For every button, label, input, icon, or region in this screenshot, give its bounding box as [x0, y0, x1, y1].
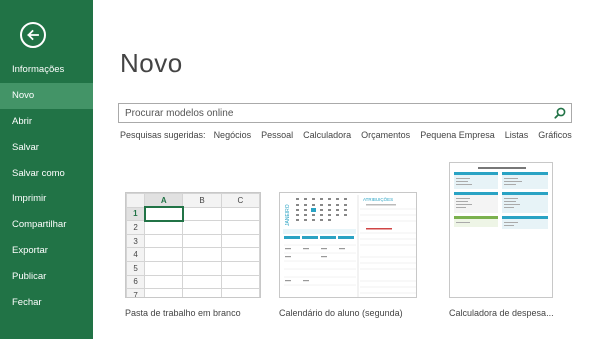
template-thumbnail: [449, 162, 553, 298]
row-header: 4: [126, 247, 146, 262]
blank-grid-preview: A B C 1 2 3 4 5 6 7: [126, 193, 260, 297]
row-header: 1: [126, 206, 146, 222]
template-student-calendar[interactable]: JANEIRO ATRIBUIÇÕES Calendário do aluno …: [279, 192, 417, 318]
suggested-link-calculadora[interactable]: Calculadora: [303, 130, 351, 140]
suggested-link-pessoal[interactable]: Pessoal: [261, 130, 293, 140]
suggested-link-negocios[interactable]: Negócios: [214, 130, 252, 140]
template-thumbnail: JANEIRO ATRIBUIÇÕES: [279, 192, 417, 298]
back-arrow-icon: [27, 29, 39, 41]
template-search-box: [118, 103, 572, 123]
suggested-link-orcamentos[interactable]: Orçamentos: [361, 130, 410, 140]
active-cell: [143, 206, 184, 222]
nav-item-salvar-como[interactable]: Salvar como: [0, 160, 93, 186]
backstage-sidebar: Informações Novo Abrir Salvar Salvar com…: [0, 0, 93, 339]
row-header: 3: [126, 233, 146, 249]
nav-item-novo[interactable]: Novo: [0, 82, 93, 109]
template-label: Calculadora de despesa...: [449, 308, 554, 318]
expense-calculator-preview: [450, 163, 552, 297]
nav-item-fechar[interactable]: Fechar: [0, 289, 93, 315]
template-label: Calendário do aluno (segunda): [279, 308, 403, 318]
page-title: Novo: [120, 48, 183, 78]
main-panel: Novo Pesquisas sugeridas: Negócios Pesso…: [93, 0, 594, 339]
calendar-preview: JANEIRO ATRIBUIÇÕES: [280, 193, 416, 297]
template-expense-calculator[interactable]: Calculadora de despesa...: [449, 162, 554, 318]
nav-item-salvar[interactable]: Salvar: [0, 134, 93, 160]
suggested-link-listas[interactable]: Listas: [505, 130, 529, 140]
row-header: 7: [126, 288, 146, 297]
row-header: 5: [126, 260, 146, 276]
template-search-input[interactable]: [125, 107, 545, 119]
suggested-link-pequena-empresa[interactable]: Pequena Empresa: [420, 130, 495, 140]
assignments-heading: ATRIBUIÇÕES: [363, 196, 393, 202]
nav-item-abrir[interactable]: Abrir: [0, 109, 93, 135]
search-icon[interactable]: [554, 107, 566, 119]
template-thumbnail: A B C 1 2 3 4 5 6 7: [125, 192, 261, 298]
template-blank-workbook[interactable]: A B C 1 2 3 4 5 6 7 Pasta de trabalho em…: [125, 192, 261, 318]
nav-item-imprimir[interactable]: Imprimir: [0, 186, 93, 212]
template-label: Pasta de trabalho em branco: [125, 308, 241, 318]
nav-item-compartilhar[interactable]: Compartilhar: [0, 212, 93, 238]
backstage-nav: Informações Novo Abrir Salvar Salvar com…: [0, 57, 93, 315]
row-header: 2: [126, 220, 146, 235]
back-button[interactable]: [20, 22, 46, 48]
column-header: C: [220, 193, 260, 208]
row-header: 6: [126, 274, 146, 290]
nav-item-publicar[interactable]: Publicar: [0, 263, 93, 289]
suggested-searches: Pesquisas sugeridas: Negócios Pessoal Ca…: [120, 130, 582, 140]
column-header: B: [182, 193, 222, 208]
column-header: A: [144, 193, 184, 209]
suggested-searches-label: Pesquisas sugeridas:: [120, 130, 206, 140]
calendar-month-label: JANEIRO: [285, 204, 291, 226]
grid-corner: [126, 193, 146, 208]
nav-item-exportar[interactable]: Exportar: [0, 238, 93, 264]
suggested-link-graficos[interactable]: Gráficos: [538, 130, 572, 140]
nav-item-informacoes[interactable]: Informações: [0, 57, 93, 83]
